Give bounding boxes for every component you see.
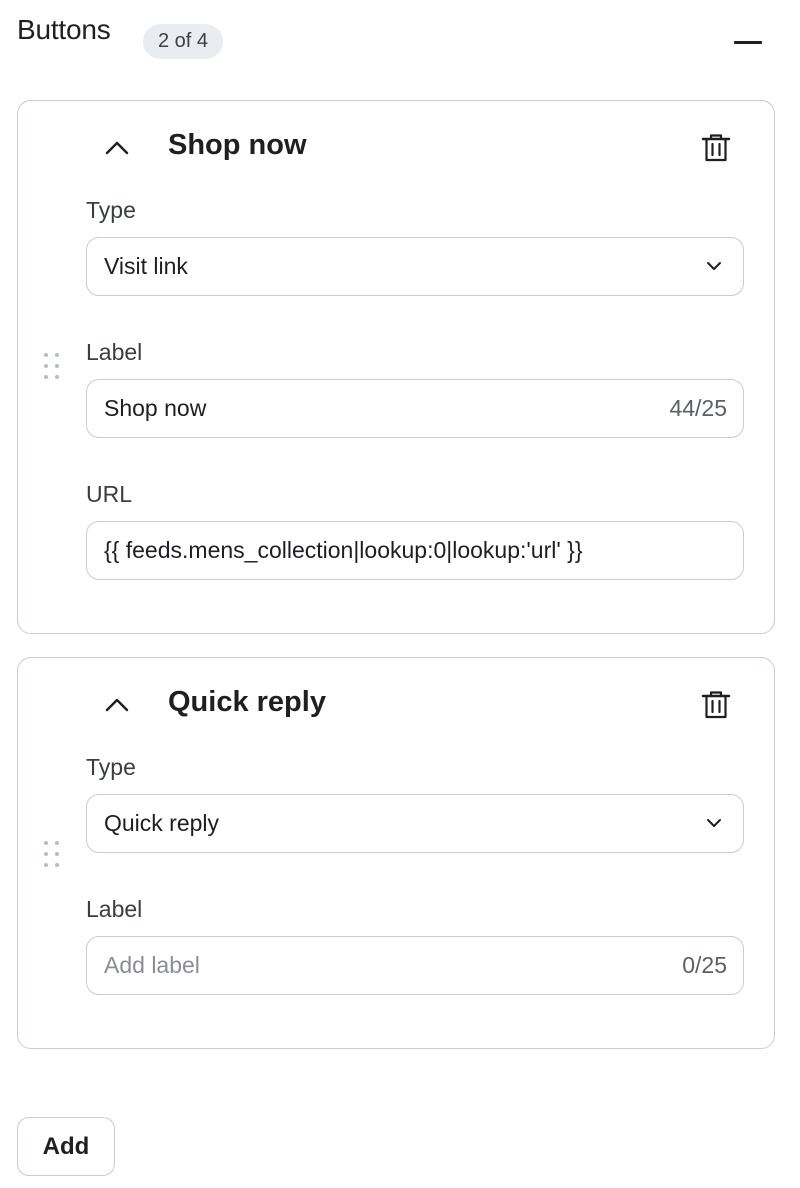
label-input[interactable]: Shop now 44/25: [86, 379, 744, 438]
chevron-down-icon: [707, 819, 721, 827]
label-label: Label: [86, 896, 143, 922]
trash-icon: [701, 691, 731, 719]
buttons-panel: Buttons 2 of 4 Shop now Type Visit link: [0, 0, 800, 1188]
chevron-up-icon[interactable]: [102, 133, 132, 163]
minus-icon: [734, 41, 762, 44]
label-input-value: Shop now: [104, 395, 207, 421]
button-title: Quick reply: [168, 686, 326, 718]
collapse-section-button[interactable]: [728, 22, 768, 62]
char-counter: 44/25: [669, 395, 727, 421]
chevron-down-icon: [707, 262, 721, 270]
delete-button[interactable]: [694, 683, 738, 727]
url-input-value: {{ feeds.mens_collection|lookup:0|lookup…: [104, 537, 583, 563]
delete-button[interactable]: [694, 126, 738, 170]
count-badge: 2 of 4: [143, 24, 224, 59]
url-input[interactable]: {{ feeds.mens_collection|lookup:0|lookup…: [86, 521, 744, 580]
label-input[interactable]: Add label 0/25: [86, 936, 744, 995]
type-label: Type: [86, 197, 136, 223]
type-select[interactable]: Visit link: [86, 237, 744, 296]
button-title: Shop now: [168, 129, 307, 161]
type-select-value: Visit link: [104, 253, 188, 279]
chevron-up-icon[interactable]: [102, 690, 132, 720]
button-card-quick-reply: Quick reply Type Quick reply Label Add l…: [17, 657, 775, 1049]
char-counter: 0/25: [682, 952, 727, 978]
add-button[interactable]: Add: [17, 1117, 115, 1176]
trash-icon: [701, 134, 731, 162]
type-select[interactable]: Quick reply: [86, 794, 744, 853]
drag-handle-icon[interactable]: [42, 351, 62, 381]
type-label: Type: [86, 754, 136, 780]
label-input-placeholder: Add label: [104, 952, 200, 978]
drag-handle-icon[interactable]: [42, 839, 62, 869]
label-label: Label: [86, 339, 143, 365]
section-title: Buttons: [17, 14, 111, 45]
url-label: URL: [86, 481, 133, 507]
button-card-shop-now: Shop now Type Visit link Label Shop now …: [17, 100, 775, 634]
type-select-value: Quick reply: [104, 810, 220, 836]
